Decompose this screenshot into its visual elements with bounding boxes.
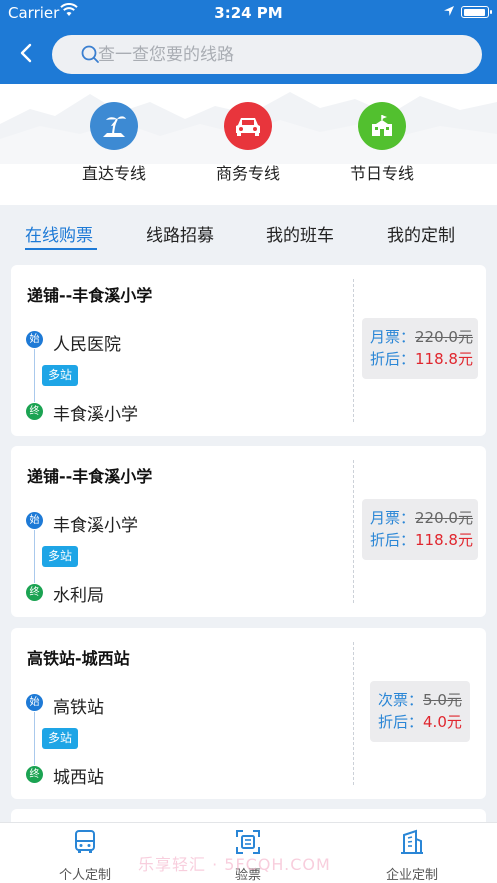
start-station: 高铁站 [53, 698, 104, 718]
card-divider [353, 279, 354, 422]
route-title: 递铺--丰食溪小学 [27, 286, 153, 305]
card-divider [353, 460, 354, 603]
stops-tag: 多站 [42, 365, 79, 386]
price-box: 次票：5.0元 折后：4.0元 [370, 681, 470, 742]
bottom-nav: 个人定制 验票 企业定制 乐享轻汇 · 5FCQH.COM [0, 822, 497, 883]
tab-bar: 在线购票 线路招募 我的班车 我的定制 [0, 205, 497, 258]
discount-label: 折后： [370, 531, 416, 549]
tab-my-shuttle[interactable]: 我的班车 [266, 221, 334, 246]
nav-enterprise-custom[interactable]: 企业定制 [362, 829, 462, 883]
discount-price: 4.0元 [423, 713, 462, 731]
search-box[interactable] [52, 35, 482, 74]
price-box: 月票：220.0元 折后：118.8元 [362, 318, 478, 379]
category-banner: 直达专线 商务专线 节日专线 [0, 84, 497, 205]
tab-online-ticket[interactable]: 在线购票 [25, 221, 93, 246]
start-station: 丰食溪小学 [53, 516, 138, 536]
category-holiday-line[interactable]: 节日专线 [327, 102, 437, 184]
stops-tag: 多站 [42, 728, 79, 749]
original-price: 5.0元 [423, 691, 462, 709]
end-badge: 终 [26, 403, 43, 420]
start-badge: 始 [26, 512, 43, 529]
active-tab-indicator [25, 248, 97, 250]
end-station: 丰食溪小学 [53, 405, 138, 425]
watermark-text: 乐享轻汇 · 5FCQH.COM [138, 855, 331, 874]
route-line [34, 712, 35, 765]
discount-label: 折后： [378, 713, 424, 731]
end-badge: 终 [26, 766, 43, 783]
battery-icon [461, 6, 492, 18]
start-badge: 始 [26, 694, 43, 711]
office-building-icon [401, 829, 423, 854]
end-badge: 终 [26, 584, 43, 601]
nav-label: 个人定制 [58, 868, 111, 883]
route-card-partial[interactable] [11, 809, 486, 823]
status-bar: Carrier 3:24 PM [0, 0, 497, 26]
discount-label: 折后： [370, 350, 416, 368]
price-label: 次票： [378, 691, 424, 709]
category-direct-line[interactable]: 直达专线 [59, 102, 169, 184]
tab-route-recruit[interactable]: 线路招募 [146, 221, 214, 246]
tab-my-custom[interactable]: 我的定制 [387, 221, 455, 246]
nav-label: 企业定制 [385, 868, 438, 883]
original-price: 220.0元 [415, 509, 473, 527]
original-price: 220.0元 [415, 328, 473, 346]
route-line [34, 349, 35, 402]
category-label: 商务专线 [215, 164, 280, 183]
route-card[interactable]: 高铁站-城西站 始 高铁站 多站 终 城西站 次票：5.0元 折后：4.0元 [11, 628, 486, 799]
stops-tag: 多站 [42, 546, 79, 567]
start-badge: 始 [26, 331, 43, 348]
car-icon [224, 102, 272, 150]
category-label: 节日专线 [349, 164, 414, 183]
route-title: 递铺--丰食溪小学 [27, 467, 153, 486]
discount-price: 118.8元 [415, 531, 473, 549]
route-card[interactable]: 递铺--丰食溪小学 始 丰食溪小学 多站 终 水利局 月票：220.0元 折后：… [11, 446, 486, 617]
island-icon [90, 102, 138, 150]
discount-price: 118.8元 [415, 350, 473, 368]
route-title: 高铁站-城西站 [27, 649, 130, 668]
end-station: 水利局 [53, 586, 104, 606]
end-station: 城西站 [53, 768, 104, 788]
top-bar: Carrier 3:24 PM [0, 0, 497, 84]
location-arrow-icon [444, 6, 454, 16]
route-line [34, 530, 35, 583]
category-business-line[interactable]: 商务专线 [193, 102, 303, 184]
start-station: 人民医院 [53, 335, 121, 355]
back-arrow-icon[interactable] [12, 38, 42, 68]
route-card[interactable]: 递铺--丰食溪小学 始 人民医院 多站 终 丰食溪小学 月票：220.0元 折后… [11, 265, 486, 436]
price-label: 月票： [370, 509, 416, 527]
category-label: 直达专线 [81, 164, 146, 183]
bus-icon [75, 830, 95, 853]
search-icon [81, 45, 99, 63]
building-icon [358, 102, 406, 150]
card-divider [353, 642, 354, 785]
nav-personal-custom[interactable]: 个人定制 [35, 829, 135, 883]
price-box: 月票：220.0元 折后：118.8元 [362, 499, 478, 560]
search-input[interactable] [98, 35, 468, 74]
price-label: 月票： [370, 328, 416, 346]
clock: 3:24 PM [214, 4, 283, 22]
